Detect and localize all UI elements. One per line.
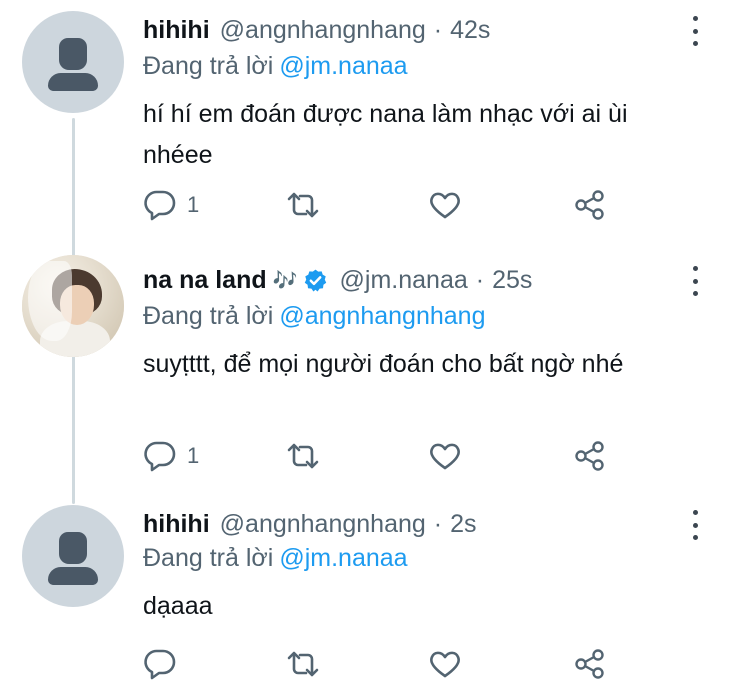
more-vertical-icon[interactable] (688, 510, 702, 540)
heart-icon (430, 192, 460, 219)
share-icon (575, 649, 604, 679)
user-handle[interactable]: @angnhangnhang (220, 510, 426, 539)
retweet-button[interactable] (285, 187, 321, 223)
default-avatar-icon[interactable] (22, 505, 124, 607)
share-button[interactable] (573, 438, 607, 474)
reply-mention-link[interactable]: @jm.nanaa (279, 544, 407, 572)
profile-photo[interactable] (22, 255, 124, 357)
separator: · (433, 15, 443, 44)
reply-count: 1 (187, 443, 200, 468)
reply-mention-link[interactable]: @jm.nanaa (279, 52, 407, 80)
tweet[interactable]: hihihi @angnhangnhang · 42s Đang trả lời… (0, 0, 750, 240)
share-icon (575, 190, 604, 220)
reply-mention-link[interactable]: @angnhangnhang (279, 302, 485, 330)
reply-button[interactable]: 1 (143, 187, 199, 223)
reply-icon (144, 190, 176, 221)
tweet[interactable]: hihihi @angnhangnhang · 2s Đang trả lời @… (0, 500, 750, 694)
display-name[interactable]: hihihi (143, 16, 210, 45)
user-handle[interactable]: @jm.nanaa (340, 266, 468, 295)
music-notes-emoji: 🎶 (272, 269, 298, 292)
tweet[interactable]: na na land 🎶 @jm.nanaa · 25s Đang trả lờ… (0, 250, 750, 495)
share-button[interactable] (573, 187, 607, 223)
action-bar (0, 646, 750, 682)
reply-icon (144, 649, 176, 680)
timestamp[interactable]: 2s (450, 510, 476, 539)
more-vertical-icon[interactable] (688, 16, 702, 46)
retweet-icon (287, 443, 319, 469)
replying-to: Đang trả lời @jm.nanaa (143, 544, 408, 573)
timestamp[interactable]: 25s (492, 266, 532, 295)
retweet-button[interactable] (285, 438, 321, 474)
tweet-header: hihihi @angnhangnhang · 42s (143, 10, 490, 50)
separator: · (475, 265, 485, 294)
share-icon (575, 441, 604, 471)
reply-button[interactable] (143, 646, 187, 682)
like-button[interactable] (428, 438, 462, 474)
replying-to: Đang trả lời @jm.nanaa (143, 52, 408, 81)
more-vertical-icon[interactable] (688, 266, 702, 296)
display-name[interactable]: na na land (143, 266, 267, 295)
share-button[interactable] (573, 646, 607, 682)
tweet-text: suyṭttt, để mọi người đoán cho bất ngờ n… (143, 350, 624, 378)
display-name[interactable]: hihihi (143, 510, 210, 539)
reply-prefix: Đang trả lời (143, 52, 274, 80)
retweet-button[interactable] (285, 646, 321, 682)
action-bar: 1 (0, 187, 750, 223)
replying-to: Đang trả lời @angnhangnhang (143, 302, 485, 331)
action-bar: 1 (0, 438, 750, 474)
tweet-header: hihihi @angnhangnhang · 2s (143, 504, 477, 544)
tweet-text: hí hí em đoán được nana làm nhạc với ai … (143, 100, 628, 169)
heart-icon (430, 443, 460, 470)
user-handle[interactable]: @angnhangnhang (220, 16, 426, 45)
verified-badge-icon (304, 269, 326, 291)
retweet-icon (287, 192, 319, 218)
reply-prefix: Đang trả lời (143, 302, 274, 330)
tweet-header: na na land 🎶 @jm.nanaa · 25s (143, 260, 532, 300)
retweet-icon (287, 651, 319, 677)
timestamp[interactable]: 42s (450, 16, 490, 45)
reply-button[interactable]: 1 (143, 438, 199, 474)
reply-icon (144, 441, 176, 472)
tweet-text: dạaaa (143, 592, 213, 620)
reply-prefix: Đang trả lời (143, 544, 274, 572)
separator: · (433, 509, 443, 538)
like-button[interactable] (428, 646, 462, 682)
like-button[interactable] (428, 187, 462, 223)
default-avatar-icon[interactable] (22, 11, 124, 113)
heart-icon (430, 651, 460, 678)
reply-count: 1 (187, 192, 200, 217)
